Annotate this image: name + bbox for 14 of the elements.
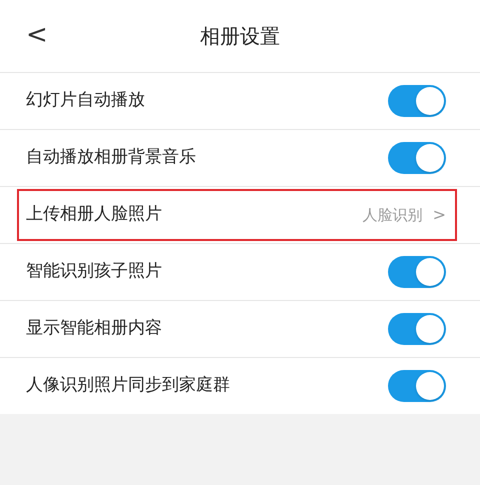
setting-label: 幻灯片自动播放 xyxy=(26,89,146,112)
back-button[interactable]: < xyxy=(26,22,48,48)
setting-label: 显示智能相册内容 xyxy=(26,317,163,340)
page-title: 相册设置 xyxy=(200,23,280,50)
toggle-switch[interactable] xyxy=(388,85,446,117)
toggle-switch[interactable] xyxy=(388,370,446,402)
setting-label: 人像识别照片同步到家庭群 xyxy=(26,374,231,398)
setting-label: 智能识别孩子照片 xyxy=(26,260,163,284)
setting-label: 上传相册人脸照片 xyxy=(26,203,163,226)
toggle-switch[interactable] xyxy=(388,313,446,345)
setting-label: 自动播放相册背景音乐 xyxy=(26,146,197,170)
toggle-switch[interactable] xyxy=(388,256,446,288)
toggle-switch[interactable] xyxy=(388,142,446,174)
chevron-icon: > xyxy=(432,203,446,227)
